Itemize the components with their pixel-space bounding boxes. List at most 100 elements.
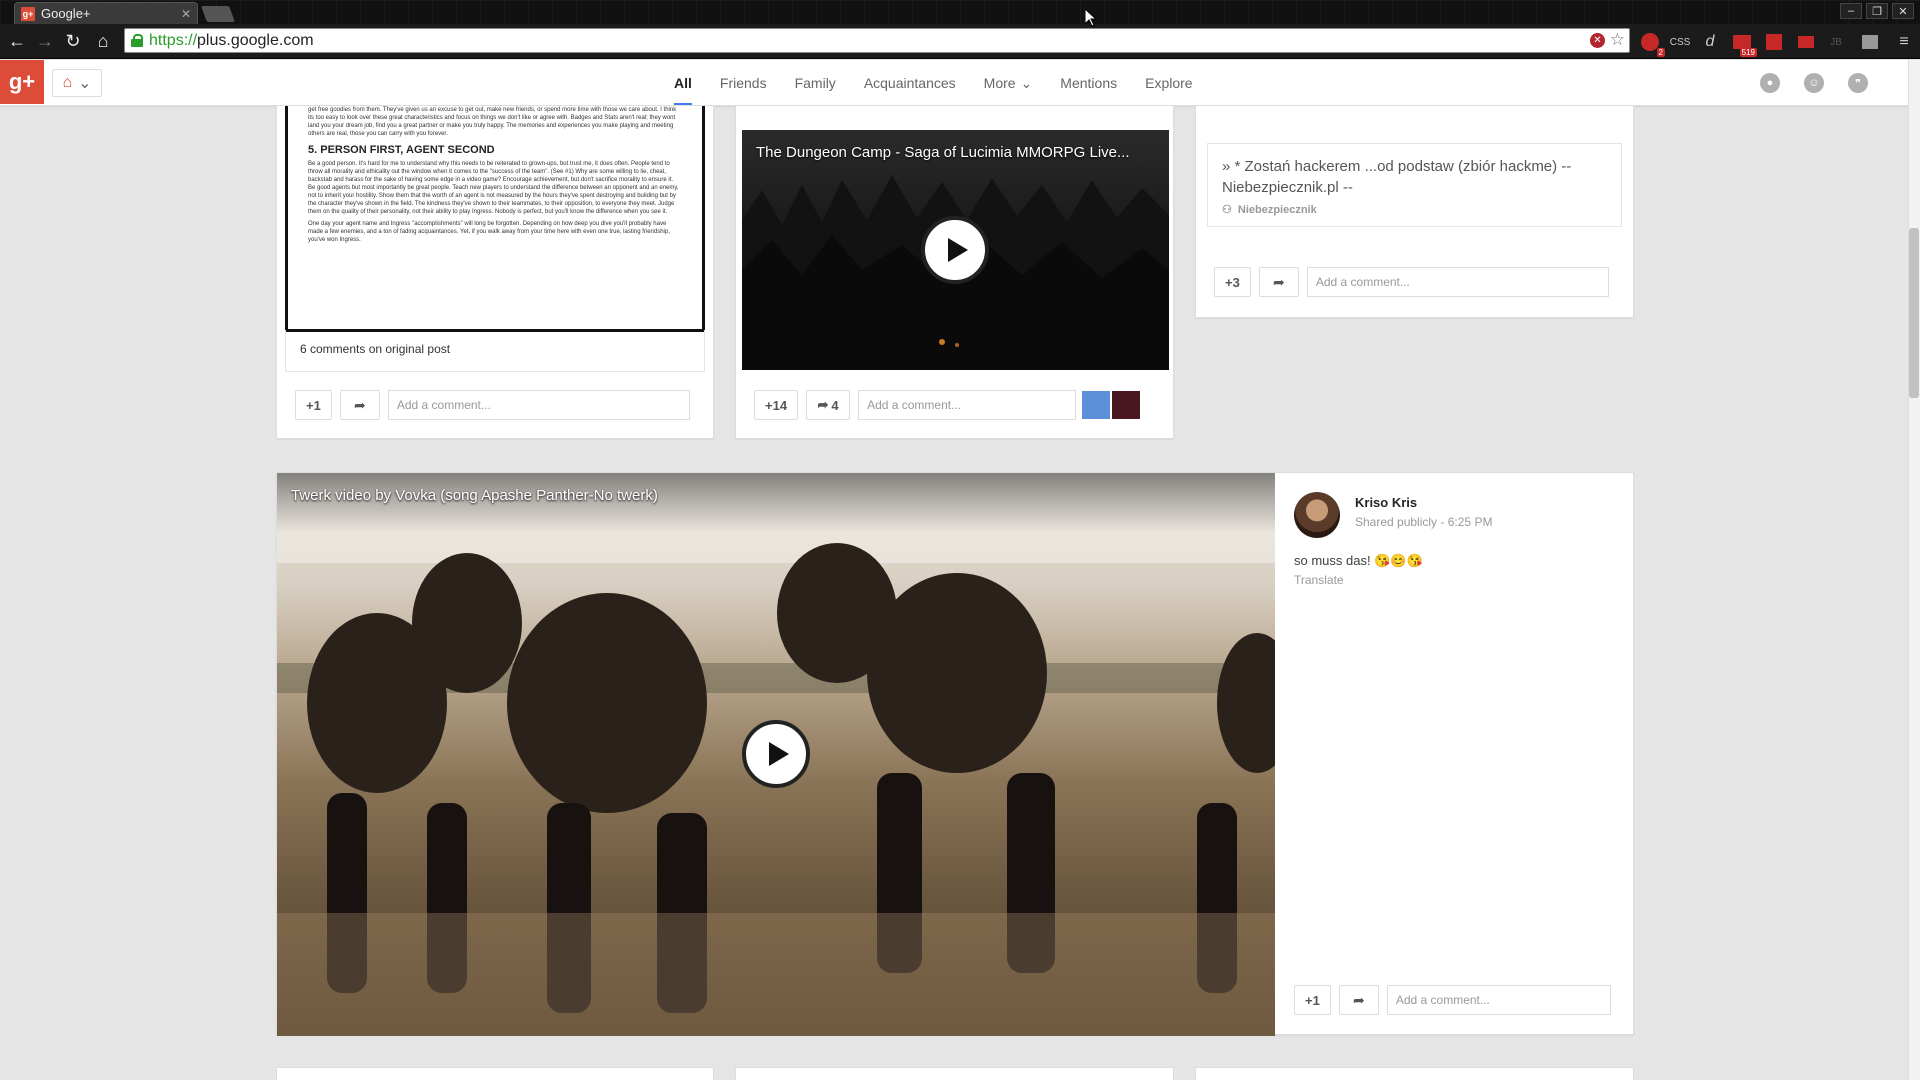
post-text: so muss das! 😘😊😘 <box>1294 553 1423 568</box>
restore-button[interactable]: ❐ <box>1866 3 1888 19</box>
back-icon[interactable]: ← <box>6 30 28 52</box>
plus-one-button[interactable]: +1 <box>295 390 332 420</box>
document-paragraph: get free goodies from them. They've give… <box>308 107 677 137</box>
hangouts-icon[interactable]: ❞ <box>1848 73 1868 93</box>
share-arrow-icon: ➦ <box>817 397 829 412</box>
url-scheme: https:// <box>149 31 198 49</box>
scrollbar-thumb[interactable] <box>1909 228 1919 398</box>
jb-extension-icon[interactable]: JB <box>1826 32 1846 52</box>
share-button[interactable]: ➦ <box>1338 985 1379 1015</box>
google-plus-favicon-icon: g+ <box>21 6 35 21</box>
chevron-down-icon: ⌄ <box>1020 74 1033 91</box>
chrome-menu-icon[interactable]: ≡ <box>1894 32 1914 52</box>
post-card-stub <box>735 1067 1174 1080</box>
post-card-video: The Dungeon Camp - Saga of Lucimia MMORP… <box>735 105 1174 439</box>
plus-one-button[interactable]: +3 <box>1214 267 1251 297</box>
url-host: plus.google.com <box>197 31 314 49</box>
tab-all[interactable]: All <box>660 60 706 106</box>
document-paragraph: Be a good person. It's hard for me to un… <box>308 161 679 215</box>
post-card-stub <box>1195 1067 1634 1080</box>
minimize-button[interactable]: – <box>1840 3 1862 19</box>
window-controls: – ❐ ✕ <box>1840 3 1914 19</box>
tab-title: Google+ <box>41 6 91 21</box>
play-button-icon[interactable] <box>921 216 989 284</box>
people-icon[interactable]: ☺ <box>1804 73 1824 93</box>
post-actions: +1 ➦ Add a comment... <box>1294 985 1611 1015</box>
calendar-extension-icon[interactable] <box>1764 32 1784 52</box>
blocked-content-icon[interactable]: ✕ <box>1590 33 1605 48</box>
shared-visibility[interactable]: Shared publicly <box>1355 515 1437 529</box>
comment-input[interactable]: Add a comment... <box>387 390 690 420</box>
share-button[interactable]: ➦ <box>339 390 380 420</box>
share-button[interactable]: ➦ <box>1258 267 1299 297</box>
close-tab-icon[interactable]: ✕ <box>181 7 191 21</box>
browser-toolbar: ← → ↻ ⌂ https://plus.google.com ✕ ☆ 2 CS… <box>0 24 1920 59</box>
home-icon: ⌂ <box>62 74 73 91</box>
home-icon[interactable]: ⌂ <box>92 30 114 52</box>
home-stream-selector[interactable]: ⌂ ⌄ <box>52 69 102 97</box>
incognito-icon[interactable] <box>1860 32 1880 52</box>
shared-document-image[interactable]: get free goodies from them. They've give… <box>285 106 705 332</box>
tab-friends[interactable]: Friends <box>706 60 781 106</box>
link-source: ⚇ Niebezpiecznik <box>1222 200 1607 221</box>
tab-more-label: More <box>983 75 1016 91</box>
new-tab-button[interactable] <box>201 6 235 22</box>
video-thumbnail[interactable]: Twerk video by Vovka (song Apashe Panthe… <box>277 473 1275 1036</box>
comment-input[interactable]: Add a comment... <box>858 390 1077 420</box>
link-title: » * Zostań hackerem ...od podstaw (zbiór… <box>1222 158 1572 196</box>
community-icon: ⚇ <box>1222 204 1232 216</box>
extension-stop-icon[interactable]: 2 <box>1640 32 1665 57</box>
comment-input[interactable]: Add a comment... <box>1386 985 1611 1015</box>
post-meta: Shared publicly - 6:25 PM <box>1355 515 1493 529</box>
link-source-name: Niebezpiecznik <box>1237 204 1317 216</box>
shared-link[interactable]: » * Zostań hackerem ...od podstaw (zbiór… <box>1207 143 1622 227</box>
d-extension-icon[interactable]: d <box>1700 32 1720 52</box>
bookmark-star-icon[interactable]: ☆ <box>1610 30 1625 50</box>
address-bar[interactable]: https://plus.google.com ✕ ☆ <box>124 28 1630 53</box>
share-arrow-icon: ➦ <box>353 396 366 413</box>
avatar[interactable] <box>1082 391 1111 419</box>
tab-explore[interactable]: Explore <box>1131 60 1206 106</box>
gmail-checker-icon[interactable]: 519 <box>1732 32 1757 57</box>
avatar[interactable] <box>1294 492 1340 538</box>
play-button-icon[interactable] <box>742 720 810 788</box>
post-actions: +1 ➦ Add a comment... <box>295 390 690 420</box>
plus-one-button[interactable]: +14 <box>754 390 799 420</box>
gplus-logo[interactable]: g+ <box>0 60 44 104</box>
comment-input[interactable]: Add a comment... <box>1306 267 1609 297</box>
avatar[interactable] <box>1112 391 1141 419</box>
css-extension-icon[interactable]: CSS <box>1670 32 1691 52</box>
header-icons: ● ☺ ❞ <box>1760 73 1868 93</box>
mail-extension-icon[interactable] <box>1796 32 1816 52</box>
post-card-featured-video: Twerk video by Vovka (song Apashe Panthe… <box>276 472 1634 1036</box>
gplus-header: g+ ⌂ ⌄ All Friends Family Acquaintances … <box>0 60 1908 106</box>
tab-mentions[interactable]: Mentions <box>1046 60 1131 106</box>
forward-icon[interactable]: → <box>34 30 56 52</box>
post-actions: +3 ➦ Add a comment... <box>1214 267 1609 297</box>
secure-lock-icon <box>131 34 143 47</box>
post-time[interactable]: 6:25 PM <box>1448 515 1493 529</box>
browser-title-bar: g+ Google+ ✕ – ❐ ✕ <box>0 0 1920 24</box>
page-scrollbar[interactable] <box>1908 60 1920 1080</box>
close-window-button[interactable]: ✕ <box>1892 3 1914 19</box>
plus-one-button[interactable]: +1 <box>1294 985 1331 1015</box>
post-card-stub <box>276 1067 714 1080</box>
document-paragraph: One day your agent name and Ingress "acc… <box>308 221 670 243</box>
share-button[interactable]: ➦ 4 <box>806 390 851 420</box>
mouse-cursor-icon <box>1085 9 1097 27</box>
post-actions: +14 ➦ 4 Add a comment... <box>754 390 1141 420</box>
comments-on-original-link[interactable]: 6 comments on original post <box>285 330 705 372</box>
tab-family[interactable]: Family <box>781 60 850 106</box>
video-thumbnail[interactable]: The Dungeon Camp - Saga of Lucimia MMORP… <box>742 130 1169 370</box>
reload-icon[interactable]: ↻ <box>62 30 84 52</box>
notifications-icon[interactable]: ● <box>1760 73 1780 93</box>
author-name[interactable]: Kriso Kris <box>1355 495 1417 510</box>
post-card-document: get free goodies from them. They've give… <box>276 105 714 439</box>
share-count: 4 <box>831 397 839 413</box>
tab-more[interactable]: More ⌄ <box>970 60 1047 106</box>
translate-link[interactable]: Translate <box>1294 573 1344 587</box>
tab-acquaintances[interactable]: Acquaintances <box>850 60 970 106</box>
share-arrow-icon: ➦ <box>1352 991 1365 1008</box>
share-arrow-icon: ➦ <box>1272 273 1285 290</box>
browser-tab[interactable]: g+ Google+ ✕ <box>14 2 198 24</box>
